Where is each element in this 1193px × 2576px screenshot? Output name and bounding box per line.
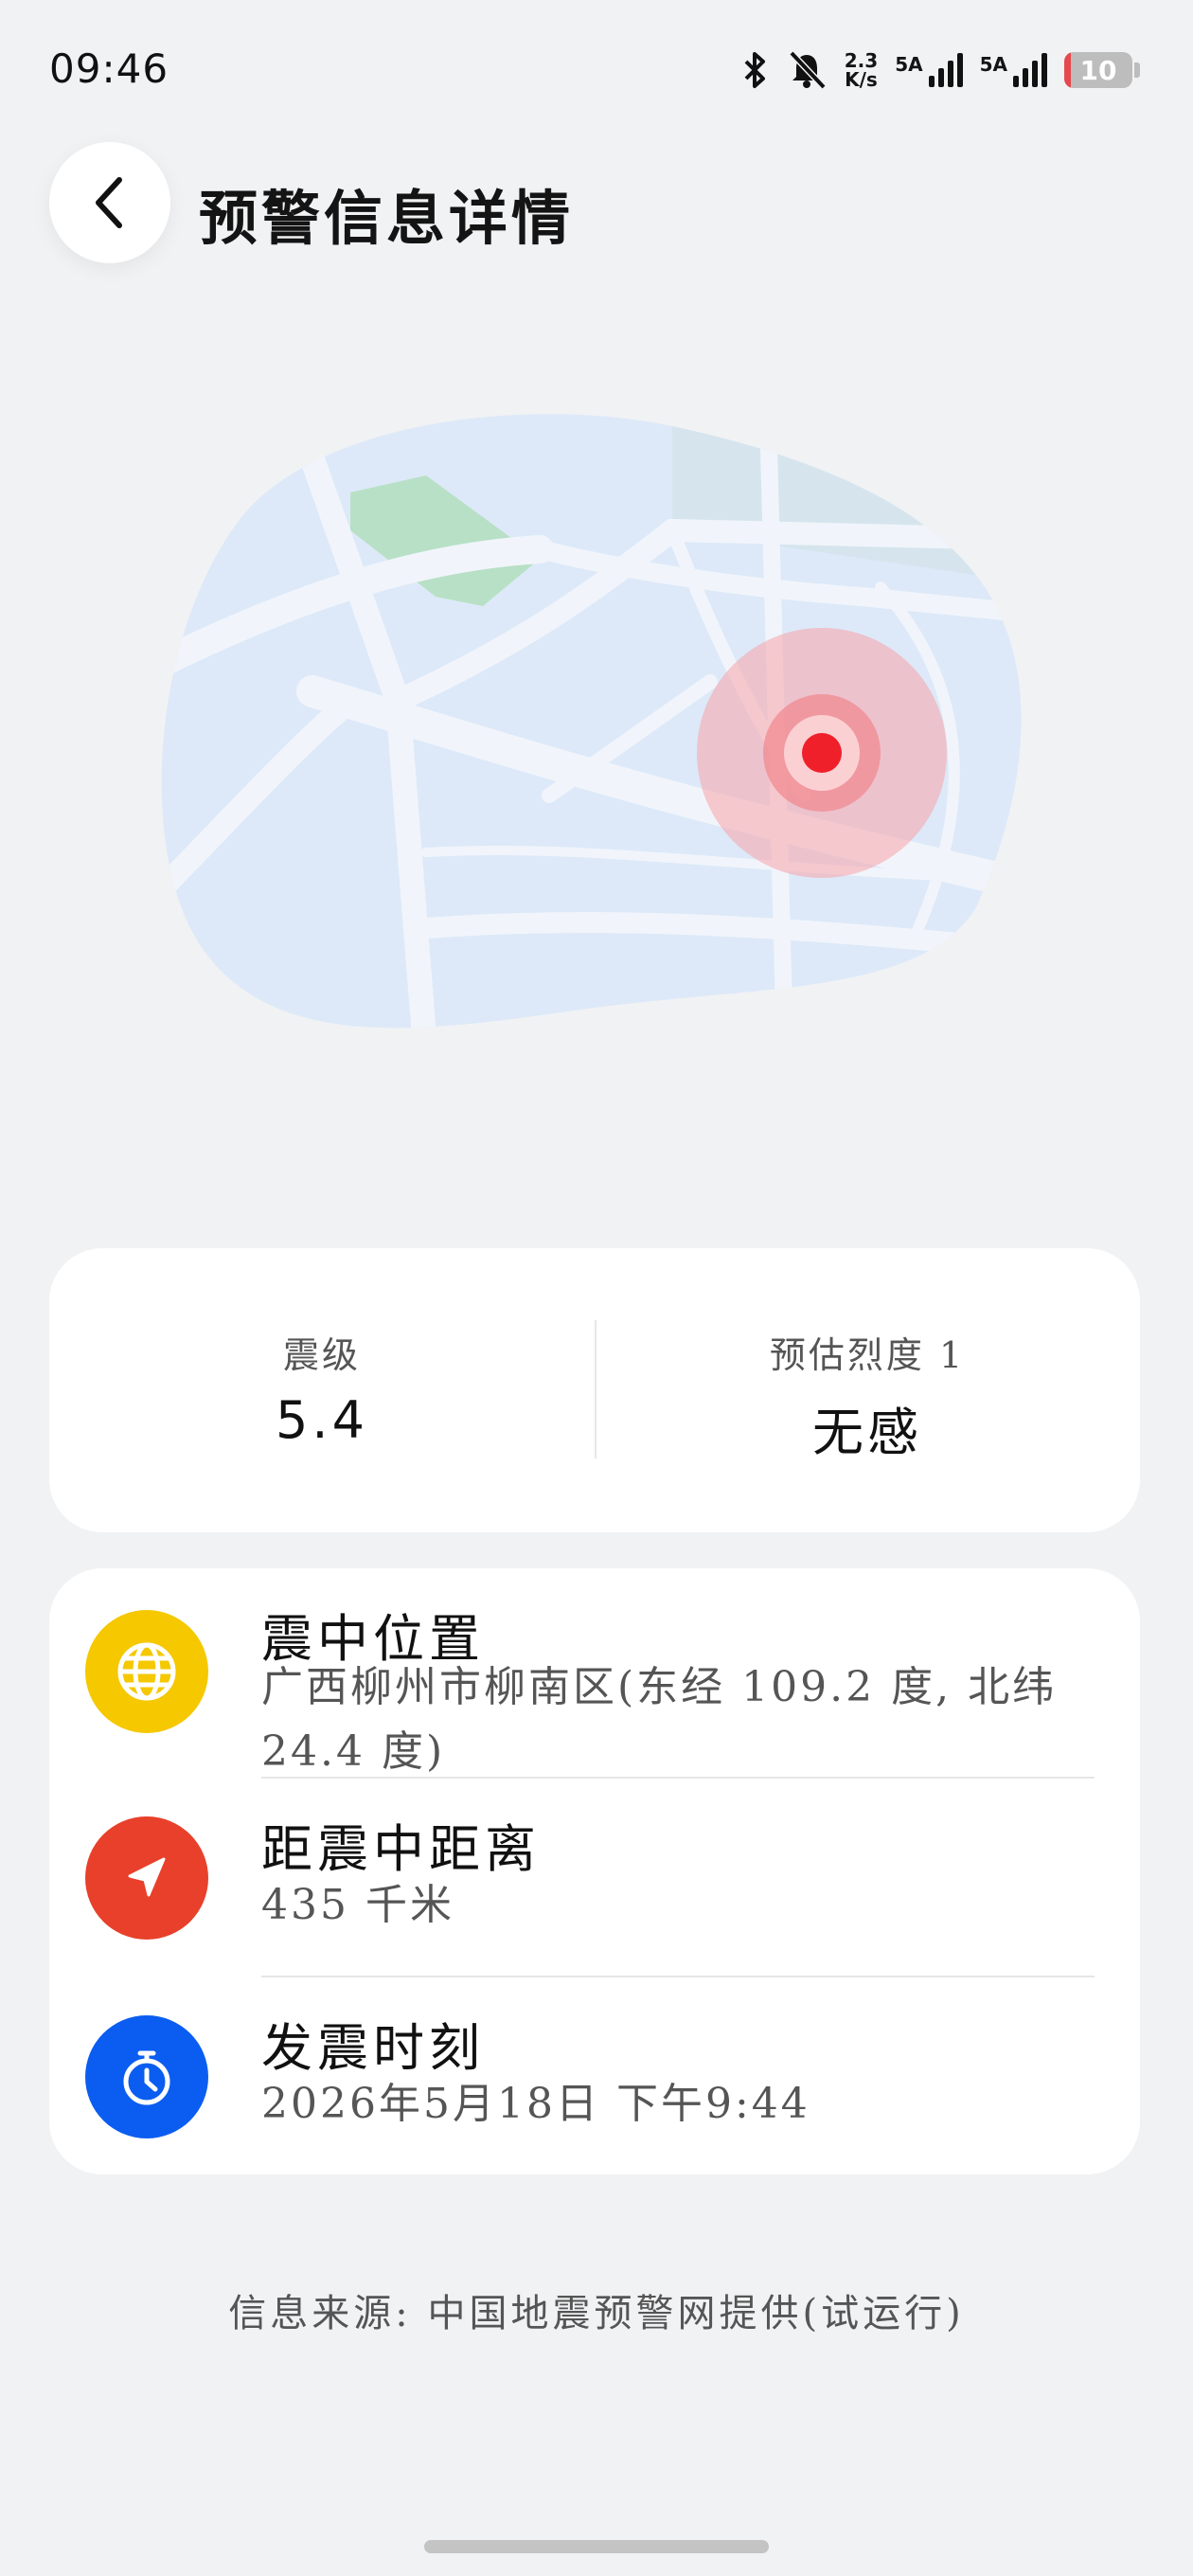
chevron-left-icon [96, 177, 122, 228]
net-speed: 2.3 K/s [845, 48, 878, 92]
stopwatch-icon [85, 2015, 208, 2138]
bluetooth-icon [742, 48, 769, 92]
navigation-arrow-icon [85, 1816, 208, 1940]
info-source: 信息来源: 中国地震预警网提供(试运行) [228, 2292, 965, 2335]
epicenter-map [161, 414, 1022, 1029]
home-indicator[interactable] [424, 2540, 769, 2553]
intensity-section: 预估烈度 1 无感 [595, 1248, 1140, 1532]
sim2-signal: 5A [980, 53, 1047, 87]
magnitude-value: 5.4 [276, 1390, 368, 1450]
time-title: 发震时刻 [261, 2018, 485, 2078]
list-item-distance: 距震中距离 435 千米 [49, 1779, 1140, 1977]
signal-icon: 5A 5A [895, 53, 1047, 87]
epicenter-marker [697, 628, 947, 878]
epicenter-value: 广西柳州市柳南区(东经 109.2 度, 北纬 24.4 度) [261, 1663, 1058, 1776]
sim2-label: 5A [979, 53, 1007, 76]
list-item-epicenter: 震中位置 广西柳州市柳南区(东经 109.2 度, 北纬 24.4 度) [49, 1568, 1140, 1779]
battery-level: 10 [1079, 54, 1117, 86]
info-card: 震中位置 广西柳州市柳南区(东经 109.2 度, 北纬 24.4 度) 距震中… [49, 1568, 1140, 2174]
magnitude-card: 震级 5.4 预估烈度 1 无感 [49, 1248, 1140, 1532]
magnitude-label: 震级 [282, 1334, 361, 1376]
status-icons: 2.3 K/s 5A 5A 10 [742, 45, 1140, 95]
distance-value: 435 千米 [261, 1881, 454, 1929]
net-speed-value: 2.3 [844, 49, 879, 72]
back-button[interactable] [49, 142, 170, 263]
intensity-value: 无感 [812, 1403, 922, 1462]
bell-muted-icon [786, 48, 828, 92]
battery-icon: 10 [1064, 48, 1140, 92]
sim1-signal: 5A [895, 53, 963, 87]
magnitude-section: 震级 5.4 [49, 1248, 595, 1532]
net-speed-unit: K/s [845, 68, 878, 91]
intensity-label: 预估烈度 1 [769, 1334, 966, 1376]
distance-title: 距震中距离 [261, 1819, 541, 1879]
globe-icon [85, 1610, 208, 1733]
battery-fill [1064, 52, 1072, 88]
sim1-label: 5A [895, 53, 923, 76]
page-title: 预警信息详情 [199, 184, 575, 253]
time-value: 2026年5月18日 下午9:44 [261, 2080, 810, 2128]
status-time: 09:46 [49, 45, 169, 92]
list-item-time: 发震时刻 2026年5月18日 下午9:44 [49, 1977, 1140, 2174]
